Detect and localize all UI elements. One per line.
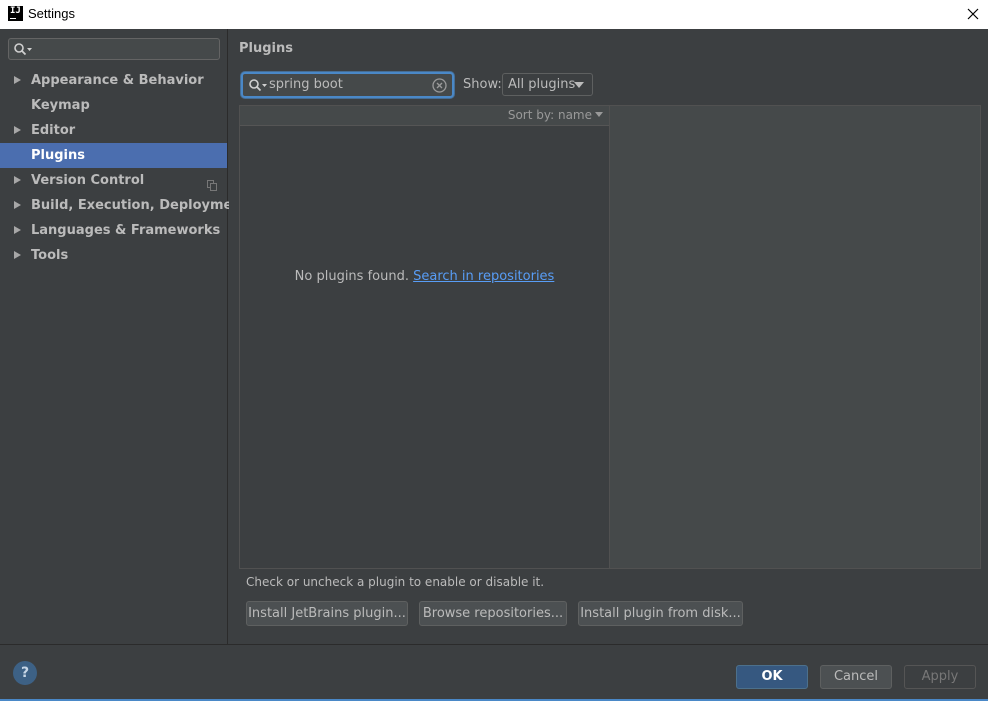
window-title: Settings: [28, 6, 75, 21]
sidebar-item-appearance-behavior[interactable]: Appearance & Behavior: [0, 68, 227, 93]
expand-arrow-icon[interactable]: [14, 76, 21, 84]
expand-arrow-icon[interactable]: [14, 226, 21, 234]
sidebar-item-label: Editor: [31, 123, 76, 138]
apply-button[interactable]: Apply: [904, 665, 976, 689]
install-jetbrains-plugin-button[interactable]: Install JetBrains plugin...: [246, 601, 408, 626]
sidebar-item-tools[interactable]: Tools: [0, 243, 227, 268]
sidebar-item-languages-frameworks[interactable]: Languages & Frameworks: [0, 218, 227, 243]
plugin-hint-text: Check or uncheck a plugin to enable or d…: [246, 575, 545, 589]
sidebar-item-label: Tools: [31, 248, 69, 263]
close-icon[interactable]: [964, 5, 982, 23]
empty-state-text: No plugins found.: [294, 269, 409, 284]
expand-arrow-icon[interactable]: [14, 176, 21, 184]
chevron-down-icon: [574, 82, 584, 88]
settings-search-input[interactable]: [8, 38, 220, 60]
clear-search-icon[interactable]: [432, 78, 447, 93]
search-icon[interactable]: [248, 78, 270, 96]
sort-by-button[interactable]: Sort by: name: [508, 108, 603, 122]
sidebar-item-label: Languages & Frameworks: [31, 223, 221, 238]
plugin-list-header: Sort by: name: [240, 106, 609, 126]
sidebar-item-label: Plugins: [31, 148, 85, 163]
project-settings-copy-icon: [207, 175, 217, 191]
dialog-footer: ? OK Cancel Apply: [0, 644, 988, 701]
sidebar-item-label: Version Control: [31, 173, 145, 188]
sidebar-item-version-control[interactable]: Version Control: [0, 168, 227, 193]
plugin-search-input[interactable]: spring boot: [241, 72, 454, 98]
sidebar-item-plugins[interactable]: Plugins: [0, 143, 227, 168]
plugin-detail-panel: [610, 105, 981, 569]
sidebar-item-label: Build, Execution, Deployment: [31, 198, 248, 213]
settings-sidebar: Appearance & Behavior Keymap Editor Plug…: [0, 29, 248, 644]
show-filter-label: Show:: [463, 77, 502, 92]
sort-by-label: Sort by: name: [507, 108, 592, 122]
expand-arrow-icon[interactable]: [14, 201, 21, 209]
help-icon[interactable]: ?: [13, 661, 37, 685]
sidebar-item-keymap[interactable]: Keymap: [0, 93, 227, 118]
chevron-down-icon: [595, 112, 603, 117]
search-in-repositories-link[interactable]: Search in repositories: [413, 269, 554, 284]
intellij-app-icon: IJ: [8, 6, 23, 21]
empty-state-message: No plugins found. Search in repositories: [240, 269, 609, 284]
sidebar-item-editor[interactable]: Editor: [0, 118, 227, 143]
cancel-button[interactable]: Cancel: [820, 665, 892, 689]
sidebar-item-label: Appearance & Behavior: [31, 73, 204, 88]
expand-arrow-icon[interactable]: [14, 251, 21, 259]
page-title: Plugins: [239, 41, 293, 56]
sidebar-item-build-execution-deployment[interactable]: Build, Execution, Deployment: [0, 193, 248, 218]
title-bar: IJ Settings: [0, 0, 988, 29]
search-icon[interactable]: [13, 42, 35, 60]
sidebar-item-label: Keymap: [31, 98, 90, 113]
plugin-list[interactable]: Sort by: name No plugins found. Search i…: [239, 105, 610, 569]
settings-tree: Appearance & Behavior Keymap Editor Plug…: [0, 68, 248, 268]
plugin-search-value: spring boot: [269, 77, 343, 92]
plugins-panel: Plugins spring boot Show: All plugins So…: [229, 29, 988, 644]
show-filter-dropdown[interactable]: All plugins: [502, 73, 593, 96]
browse-repositories-button[interactable]: Browse repositories...: [419, 601, 567, 626]
ok-button[interactable]: OK: [736, 665, 808, 689]
show-filter-value: All plugins: [508, 77, 576, 92]
expand-arrow-icon[interactable]: [14, 126, 21, 134]
install-plugin-from-disk-button[interactable]: Install plugin from disk...: [578, 601, 743, 626]
